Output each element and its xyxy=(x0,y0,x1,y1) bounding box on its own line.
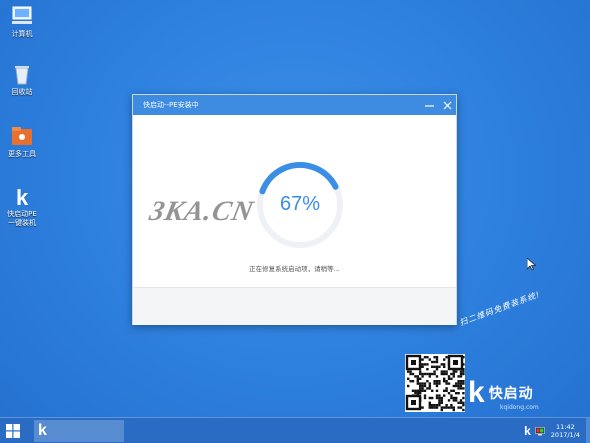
clock[interactable]: 11:42 2017/1/4 xyxy=(551,423,580,439)
minimize-button[interactable] xyxy=(420,95,438,115)
brand-name: 快启动 xyxy=(488,386,534,402)
taskbar: k k 11:42 2017/1/4 xyxy=(0,417,590,443)
system-tray: k 11:42 2017/1/4 xyxy=(524,418,590,443)
start-button[interactable] xyxy=(0,418,26,443)
clock-time: 11:42 xyxy=(556,422,575,431)
slogan-text: 扫二维码免费装系统! xyxy=(458,289,542,328)
desktop-icon-computer[interactable]: 计算机 xyxy=(4,4,40,39)
desktop-icon-tools[interactable]: 更多工具 xyxy=(4,124,40,159)
tray-kqd-icon[interactable]: k xyxy=(524,424,531,438)
dialog-footer xyxy=(133,287,456,325)
svg-text:k: k xyxy=(16,185,29,208)
tray-monitor-icon[interactable] xyxy=(534,421,545,440)
progress-percent: 67% xyxy=(279,193,321,215)
brand-k-icon: k xyxy=(468,376,485,409)
tools-folder-icon xyxy=(10,124,34,148)
computer-icon xyxy=(10,4,34,28)
kqd-app-icon: k xyxy=(38,421,47,439)
desktop-icon-label: 回收站 xyxy=(11,88,33,96)
kqd-installer-icon: k xyxy=(10,184,34,210)
windows-logo-icon xyxy=(6,423,20,438)
desktop-icon-label: 快启动PE一键装机 xyxy=(7,210,37,227)
desktop-icon-label: 计算机 xyxy=(11,30,33,38)
brand-url: kqidong.com xyxy=(500,404,539,411)
qr-code xyxy=(405,354,465,412)
taskbar-app-kqd[interactable]: k xyxy=(34,419,124,442)
dialog-title: 快启动--PE安装中 xyxy=(143,101,199,109)
status-text: 正在修复系统启动项，请稍等... xyxy=(249,265,340,273)
desktop-icon-label: 更多工具 xyxy=(8,150,36,158)
dialog-titlebar[interactable]: 快启动--PE安装中 xyxy=(133,95,456,115)
minimize-icon xyxy=(424,104,434,107)
recycle-bin-icon xyxy=(10,62,34,86)
watermark-text: 3KA.CN xyxy=(146,196,257,227)
qr-code-icon xyxy=(405,354,465,412)
close-icon xyxy=(443,101,451,109)
close-button[interactable] xyxy=(438,95,456,115)
show-desktop-button[interactable] xyxy=(586,418,590,443)
desktop-icon-kqd-installer[interactable]: k 快启动PE一键装机 xyxy=(4,184,40,228)
desktop-icon-recycle-bin[interactable]: 回收站 xyxy=(4,62,40,97)
mouse-cursor-icon xyxy=(526,256,537,275)
clock-date: 2017/1/4 xyxy=(550,430,580,439)
